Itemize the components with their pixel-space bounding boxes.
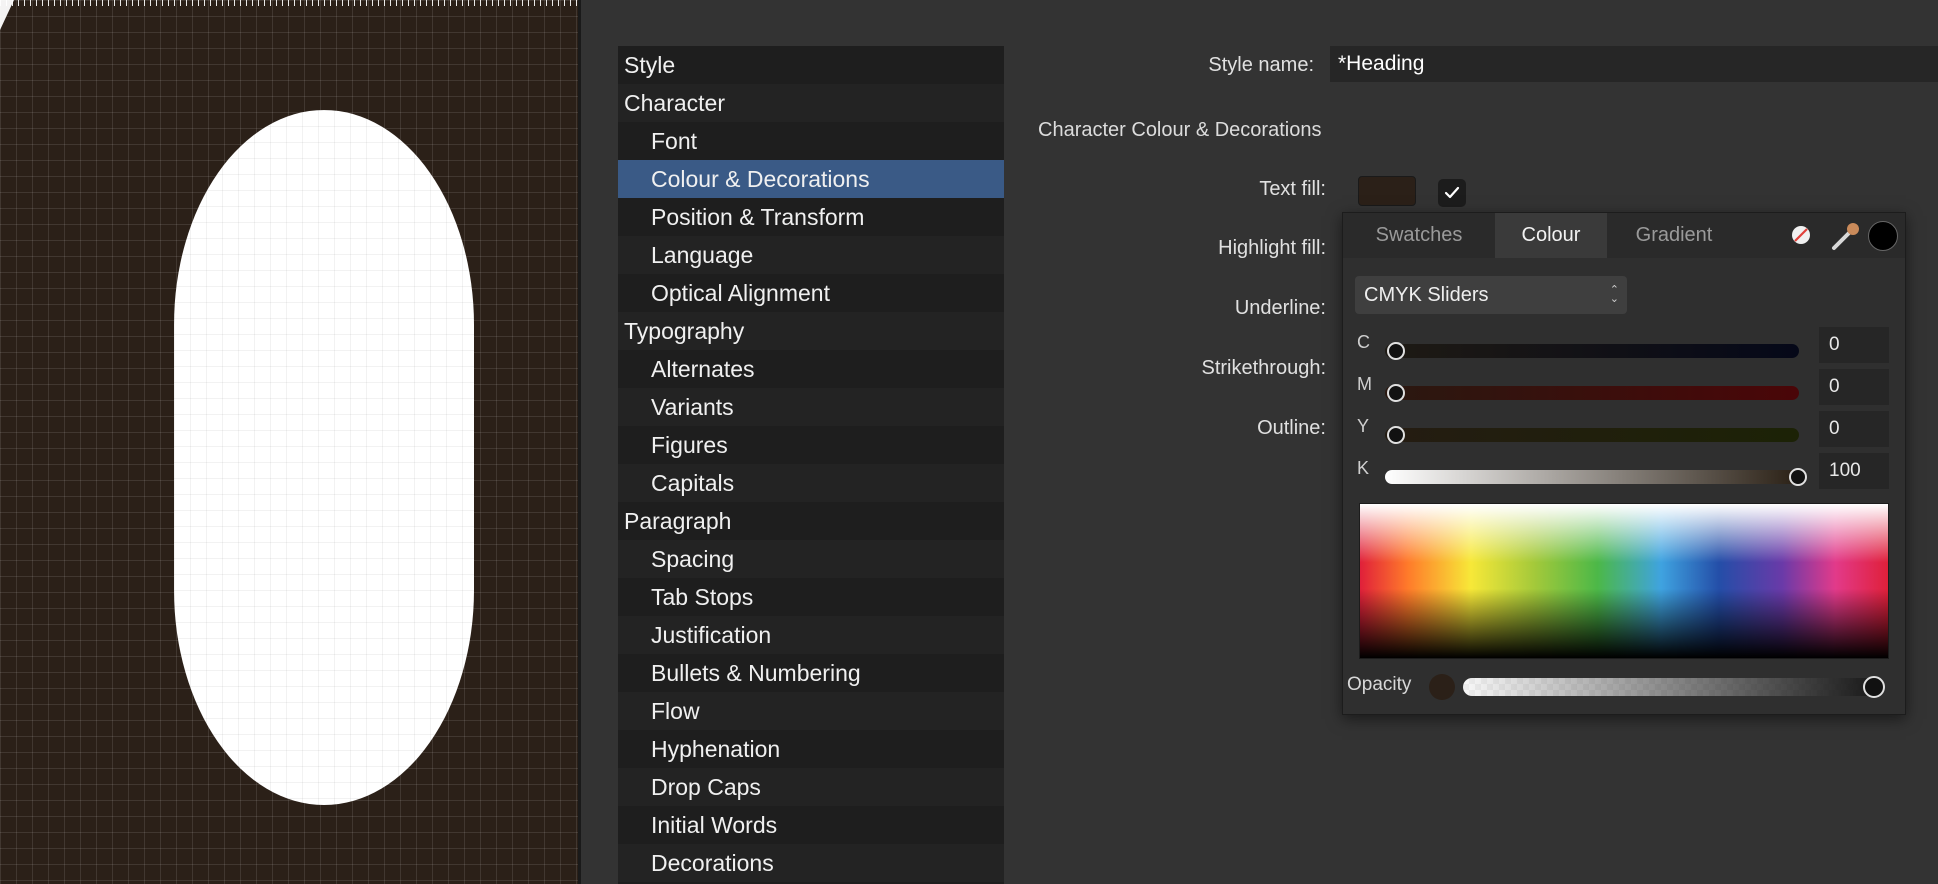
- heading-glyph-preview: [174, 110, 474, 805]
- category-item[interactable]: Style: [618, 46, 1004, 84]
- cyan-value-field[interactable]: 0: [1819, 327, 1889, 363]
- category-item[interactable]: Drop Caps: [618, 768, 1004, 806]
- opacity-slider-knob[interactable]: [1863, 676, 1885, 698]
- category-item[interactable]: Character: [618, 84, 1004, 122]
- category-item[interactable]: Hyphenation: [618, 730, 1004, 768]
- colour-spectrum[interactable]: [1359, 503, 1889, 659]
- tab-colour[interactable]: Colour: [1495, 213, 1607, 258]
- category-item[interactable]: Font: [618, 122, 1004, 160]
- tab-swatches[interactable]: Swatches: [1343, 213, 1495, 258]
- document-canvas[interactable]: [0, 0, 580, 884]
- category-item[interactable]: Paragraph: [618, 502, 1004, 540]
- colour-mode-dropdown[interactable]: CMYK Sliders ⌃ ⌄: [1355, 276, 1627, 314]
- colour-picker-icon[interactable]: [1829, 219, 1863, 253]
- category-item[interactable]: Typography: [618, 312, 1004, 350]
- black-value-field[interactable]: 100: [1819, 453, 1889, 489]
- category-item[interactable]: Position & Transform: [618, 198, 1004, 236]
- category-item[interactable]: Tab Stops: [618, 578, 1004, 616]
- category-item[interactable]: Figures: [618, 426, 1004, 464]
- yellow-value-field[interactable]: 0: [1819, 411, 1889, 447]
- style-category-list: Style Character Font Colour & Decorations Po…: [618, 46, 1004, 884]
- colour-popover: Swatches Colour Gradient CMYK Sliders ⌃ ⌄…: [1342, 212, 1906, 715]
- category-item[interactable]: Optical Alignment: [618, 274, 1004, 312]
- popover-tab-bar: Swatches Colour Gradient: [1343, 213, 1905, 258]
- underline-label: Underline:: [1234, 297, 1326, 319]
- checkmark-icon: [1444, 186, 1460, 199]
- text-fill-swatch[interactable]: [1358, 176, 1416, 206]
- style-name-label: Style name:: [1208, 54, 1314, 76]
- magenta-slider-label: M: [1357, 374, 1372, 394]
- chevron-updown-icon: ⌃ ⌄: [1609, 284, 1619, 305]
- category-item[interactable]: Flow: [618, 692, 1004, 730]
- highlight-fill-label: Highlight fill:: [1218, 237, 1326, 259]
- category-item[interactable]: Spacing: [618, 540, 1004, 578]
- category-item[interactable]: Bullets & Numbering: [618, 654, 1004, 692]
- text-fill-checkbox[interactable]: [1438, 179, 1466, 207]
- category-item[interactable]: Alternates: [618, 350, 1004, 388]
- style-name-input[interactable]: [1330, 46, 1938, 82]
- category-item[interactable]: Language: [618, 236, 1004, 274]
- opacity-slider[interactable]: [1463, 678, 1885, 696]
- yellow-slider-label: Y: [1357, 416, 1370, 436]
- black-slider-label: K: [1357, 458, 1370, 478]
- canvas-corner-marker: [0, 0, 14, 30]
- category-item[interactable]: Colour & Decorations: [618, 160, 1004, 198]
- text-fill-label: Text fill:: [1259, 178, 1326, 200]
- strikethrough-label: Strikethrough:: [1201, 357, 1326, 379]
- category-item[interactable]: Initial Words: [618, 806, 1004, 844]
- magenta-slider-knob[interactable]: [1387, 384, 1405, 402]
- category-item[interactable]: Variants: [618, 388, 1004, 426]
- opacity-label: Opacity: [1347, 674, 1412, 695]
- no-fill-icon[interactable]: [1791, 225, 1811, 245]
- black-slider-knob[interactable]: [1789, 468, 1807, 486]
- black-slider[interactable]: [1385, 470, 1799, 484]
- yellow-slider-knob[interactable]: [1387, 426, 1405, 444]
- cyan-slider-label: C: [1357, 332, 1370, 352]
- magenta-slider[interactable]: [1385, 386, 1799, 400]
- yellow-slider[interactable]: [1385, 428, 1799, 442]
- category-item[interactable]: Justification: [618, 616, 1004, 654]
- opacity-colour-swatch: [1429, 674, 1455, 700]
- colour-mode-value: CMYK Sliders: [1364, 284, 1489, 306]
- cyan-slider[interactable]: [1385, 344, 1799, 358]
- category-item[interactable]: Capitals: [618, 464, 1004, 502]
- category-item[interactable]: Decorations: [618, 844, 1004, 882]
- outline-label: Outline:: [1257, 417, 1326, 439]
- canvas-ruler: [0, 0, 580, 6]
- magenta-value-field[interactable]: 0: [1819, 369, 1889, 405]
- canvas-divider: [578, 0, 581, 884]
- tab-gradient[interactable]: Gradient: [1607, 213, 1741, 258]
- cyan-slider-knob[interactable]: [1387, 342, 1405, 360]
- current-colour-icon[interactable]: [1868, 221, 1898, 251]
- section-title: Character Colour & Decorations: [1038, 119, 1322, 141]
